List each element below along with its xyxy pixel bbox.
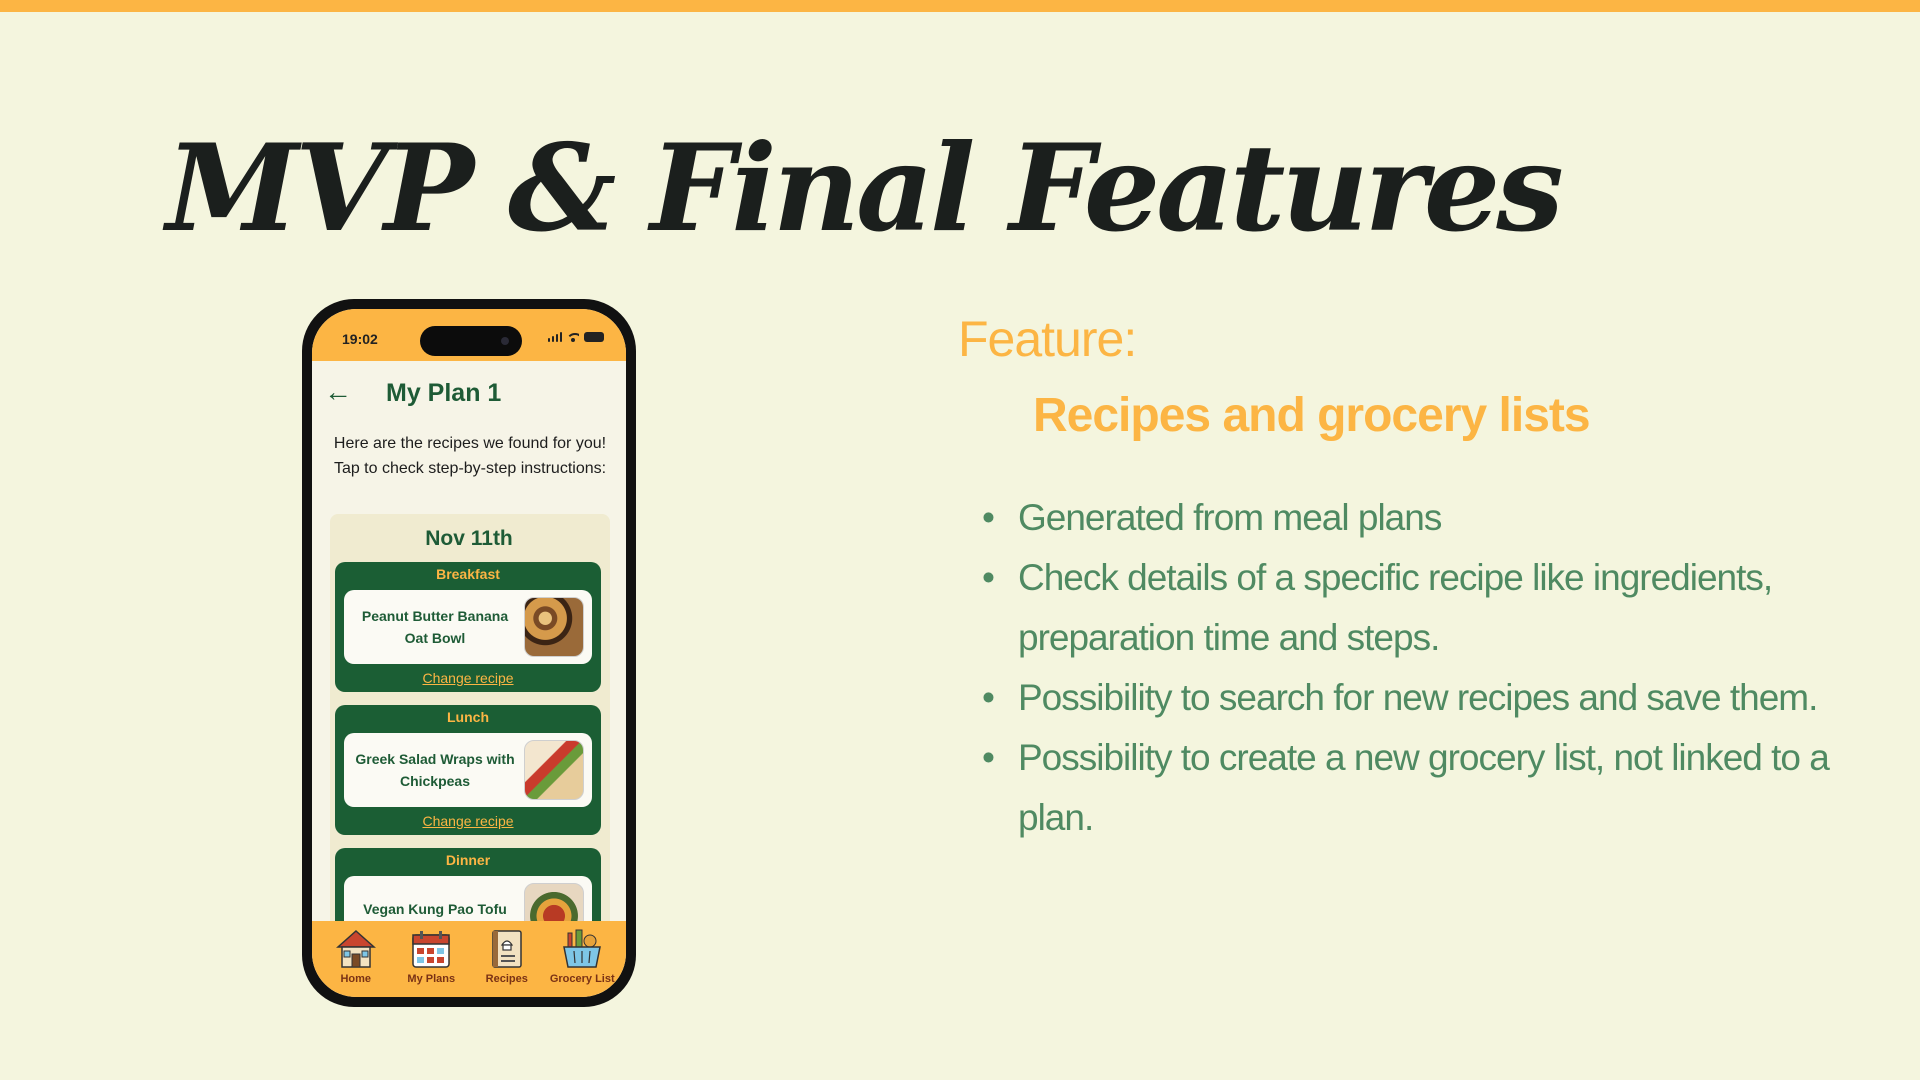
day-label: Nov 11th: [425, 527, 513, 550]
wifi-icon: [567, 332, 579, 342]
tab-home[interactable]: Home: [320, 927, 392, 997]
bullet-item: Generated from meal plans: [982, 488, 1862, 548]
recipe-book-icon: [492, 930, 522, 968]
change-recipe-link[interactable]: Change recipe: [335, 670, 601, 686]
recipe-name: Peanut Butter Banana Oat Bowl: [361, 608, 509, 646]
feature-bullet-list: Generated from meal plans Check details …: [982, 488, 1862, 848]
feature-label: Feature:: [958, 311, 1137, 367]
recipe-thumbnail: [524, 740, 584, 800]
meal-label: Lunch: [447, 709, 489, 725]
arrow-left-icon[interactable]: ←: [324, 377, 352, 407]
bottom-tab-bar: Home My Plans Recipes Grocery List: [312, 921, 626, 997]
status-time: 19:02: [342, 331, 378, 347]
tab-label: Recipes: [485, 973, 528, 985]
meal-card-breakfast: Breakfast Peanut Butter Banana Oat Bowl …: [335, 562, 601, 692]
change-recipe-link[interactable]: Change recipe: [335, 813, 601, 829]
meal-label: Breakfast: [436, 566, 500, 582]
tab-grocery-list[interactable]: Grocery List: [546, 927, 618, 997]
bullet-item: Check details of a specific recipe like …: [982, 548, 1862, 668]
grocery-basket-icon: [563, 929, 602, 968]
bullet-item: Possibility to create a new grocery list…: [982, 728, 1862, 848]
tab-my-plans[interactable]: My Plans: [395, 927, 467, 997]
tab-recipes[interactable]: Recipes: [471, 927, 543, 997]
app-header: ← My Plan 1: [312, 375, 626, 415]
phone-mockup: 19:02 ← My Plan 1 Here are the recipes w…: [302, 299, 636, 1007]
meal-card-lunch: Lunch Greek Salad Wraps with Chickpeas C…: [335, 705, 601, 835]
meal-label: Dinner: [445, 852, 491, 868]
tab-label: Grocery List: [549, 973, 615, 985]
tab-label: Home: [340, 973, 372, 985]
phone-screen: 19:02 ← My Plan 1 Here are the recipes w…: [312, 309, 626, 997]
recipe-card[interactable]: Peanut Butter Banana Oat Bowl: [344, 590, 592, 664]
feature-title: Recipes and grocery lists: [1033, 389, 1591, 442]
recipe-thumbnail: [524, 597, 584, 657]
battery-icon: [584, 332, 604, 342]
status-bar: 19:02: [312, 309, 626, 361]
signal-icon: [547, 331, 562, 342]
dynamic-island: [420, 326, 522, 356]
house-icon: [335, 929, 376, 968]
slide-title: MVP & Final Features: [166, 118, 1564, 259]
recipe-name: Greek Salad Wraps with Chickpeas: [355, 751, 515, 789]
recipe-card[interactable]: Greek Salad Wraps with Chickpeas: [344, 733, 592, 807]
calendar-icon: [412, 931, 450, 968]
tab-label: My Plans: [407, 973, 456, 985]
bullet-item: Possibility to search for new recipes an…: [982, 668, 1862, 728]
intro-text: Here are the recipes we found for you! T…: [333, 435, 607, 477]
top-accent-bar: [0, 0, 1920, 12]
plan-title: My Plan 1: [386, 379, 502, 407]
status-icons: [547, 331, 604, 342]
